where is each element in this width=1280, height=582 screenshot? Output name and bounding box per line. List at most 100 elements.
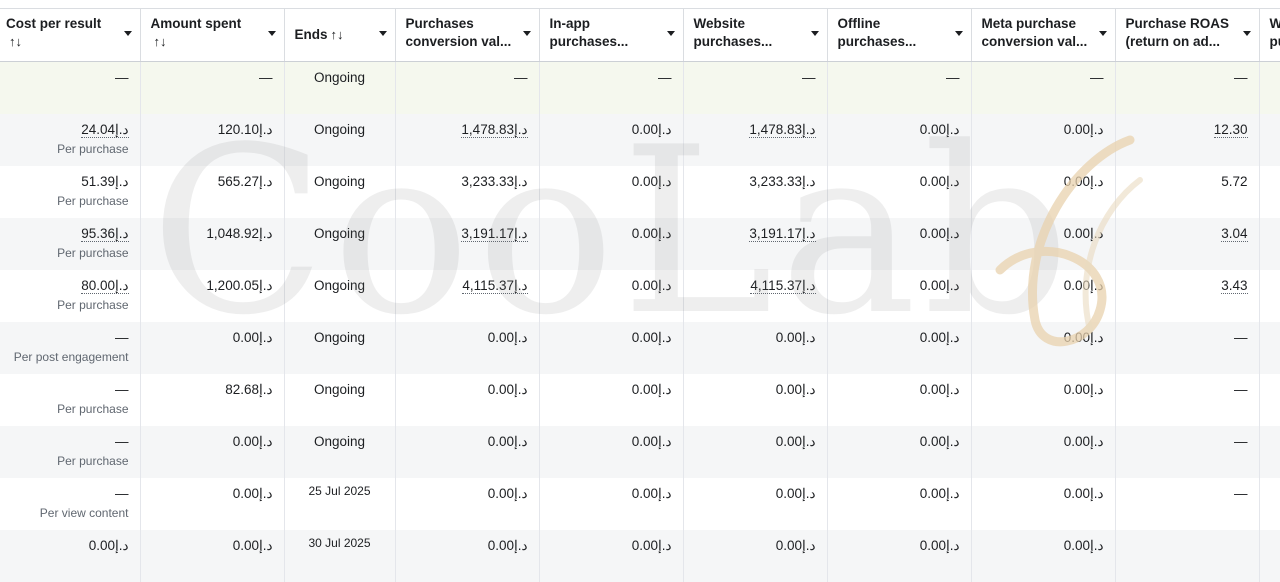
cell-amount-spent: 0.00د.إ (140, 530, 285, 582)
sort-icon[interactable]: ↑↓ (154, 34, 167, 49)
chevron-down-icon[interactable] (378, 31, 387, 36)
table-row[interactable]: — Per purchase 82.68د.إ Ongoing 0.00د.إ 0… (0, 374, 1280, 426)
cell-offline: 0.00د.إ (827, 478, 972, 530)
cell-cost-per-result[interactable]: 80.00د.إ Per purchase (0, 270, 141, 322)
summary-row: — — Ongoing — — — — — — (0, 61, 1280, 114)
cell-roas: — (1115, 322, 1260, 374)
cell-ends: Ongoing (284, 166, 396, 218)
cell-ends: 25 Jul 2025 (284, 478, 396, 530)
cell-w (1259, 166, 1280, 218)
cell-purchases-value[interactable]: 3,191.17د.إ (395, 218, 540, 270)
cell-website[interactable]: 4,115.37د.إ (683, 270, 828, 322)
cell-offline: 0.00د.إ (827, 166, 972, 218)
cell-purchases-value[interactable]: 4,115.37د.إ (395, 270, 540, 322)
table-row[interactable]: — Per view content 0.00د.إ 25 Jul 2025 0.… (0, 478, 1280, 530)
cell-meta-value: 0.00د.إ (971, 218, 1116, 270)
cell-meta-value: 0.00د.إ (971, 114, 1116, 166)
column-header-cost-per-result[interactable]: Cost per result ↑↓ (0, 9, 141, 62)
header-row: Cost per result ↑↓ Amount spent ↑↓ Ends ↑↓ … (0, 9, 1280, 62)
cell-offline: 0.00د.إ (827, 218, 972, 270)
cell-amount-spent: 1,200.05د.إ (140, 270, 285, 322)
table-row[interactable]: 51.39د.إ Per purchase 565.27د.إ Ongoing 3… (0, 166, 1280, 218)
cell-in-app: 0.00د.إ (539, 530, 684, 582)
column-header-purchases-conversion-value[interactable]: Purchases conversion val... (395, 9, 540, 62)
table-row[interactable]: 0.00د.إ 0.00د.إ 30 Jul 2025 0.00د.إ 0.00… (0, 530, 1280, 582)
table-row[interactable]: 80.00د.إ Per purchase 1,200.05د.إ Ongoing… (0, 270, 1280, 322)
cell-roas[interactable]: 3.04 (1115, 218, 1260, 270)
cell-in-app: 0.00د.إ (539, 374, 684, 426)
chevron-down-icon[interactable] (267, 31, 276, 36)
cell-cost-per-result: — Per view content (0, 478, 141, 530)
chevron-down-icon[interactable] (123, 31, 132, 36)
table-row[interactable]: — Per post engagement 0.00د.إ Ongoing 0.0… (0, 322, 1280, 374)
cell-in-app: 0.00د.إ (539, 218, 684, 270)
column-header-ends[interactable]: Ends ↑↓ (284, 9, 396, 62)
cell-cost-per-result: 0.00د.إ (0, 530, 141, 582)
cell-cost-per-result[interactable]: 24.04د.إ Per purchase (0, 114, 141, 166)
ads-results-table: Cost per result ↑↓ Amount spent ↑↓ Ends ↑↓ … (0, 9, 1280, 582)
sort-icon[interactable]: ↑↓ (9, 34, 22, 49)
column-header-website-purchases[interactable]: Website purchases... (683, 9, 828, 62)
cell-ends: Ongoing (284, 114, 396, 166)
summary-w (1259, 61, 1280, 114)
table-row[interactable]: 95.36د.إ Per purchase 1,048.92د.إ Ongoing… (0, 218, 1280, 270)
cell-amount-spent: 1,048.92د.إ (140, 218, 285, 270)
cell-w (1259, 478, 1280, 530)
cell-roas: 5.72 (1115, 166, 1260, 218)
summary-inapp: — (539, 61, 684, 114)
cell-amount-spent: 82.68د.إ (140, 374, 285, 426)
cell-website: 3,233.33د.إ (683, 166, 828, 218)
cell-ends: Ongoing (284, 218, 396, 270)
cell-roas (1115, 530, 1260, 582)
cell-in-app: 0.00د.إ (539, 322, 684, 374)
table-row[interactable]: — Per purchase 0.00د.إ Ongoing 0.00د.إ 0.… (0, 426, 1280, 478)
cell-offline: 0.00د.إ (827, 270, 972, 322)
cell-w (1259, 218, 1280, 270)
cell-purchases-value: 3,233.33د.إ (395, 166, 540, 218)
column-header-amount-spent[interactable]: Amount spent ↑↓ (140, 9, 285, 62)
cell-w (1259, 322, 1280, 374)
chevron-down-icon[interactable] (1242, 31, 1251, 36)
chevron-down-icon[interactable] (810, 31, 819, 36)
column-header-offline-purchases[interactable]: Offline purchases... (827, 9, 972, 62)
cell-w (1259, 426, 1280, 478)
cell-amount-spent: 0.00د.إ (140, 322, 285, 374)
cell-roas[interactable]: 3.43 (1115, 270, 1260, 322)
chevron-down-icon[interactable] (522, 31, 531, 36)
summary-web: — (683, 61, 828, 114)
cell-offline: 0.00د.إ (827, 374, 972, 426)
cell-roas: — (1115, 478, 1260, 530)
chevron-down-icon[interactable] (666, 31, 675, 36)
cell-offline: 0.00د.إ (827, 426, 972, 478)
cell-website: 0.00د.إ (683, 426, 828, 478)
cell-cost-per-result: 51.39د.إ Per purchase (0, 166, 141, 218)
cell-purchases-value: 0.00د.إ (395, 530, 540, 582)
cell-cost-per-result: — Per purchase (0, 374, 141, 426)
cell-purchases-value[interactable]: 1,478.83د.إ (395, 114, 540, 166)
cell-in-app: 0.00د.إ (539, 270, 684, 322)
column-header-meta-purchase-conversion-value[interactable]: Meta purchase conversion val... (971, 9, 1116, 62)
cell-website[interactable]: 3,191.17د.إ (683, 218, 828, 270)
cell-website[interactable]: 1,478.83د.إ (683, 114, 828, 166)
cell-w (1259, 530, 1280, 582)
cell-amount-spent: 0.00د.إ (140, 478, 285, 530)
cell-offline: 0.00د.إ (827, 114, 972, 166)
chevron-down-icon[interactable] (1098, 31, 1107, 36)
cell-website: 0.00د.إ (683, 478, 828, 530)
cell-in-app: 0.00د.إ (539, 114, 684, 166)
column-header-purchase-roas[interactable]: Purchase ROAS (return on ad... (1115, 9, 1260, 62)
cell-roas[interactable]: 12.30 (1115, 114, 1260, 166)
chevron-down-icon[interactable] (954, 31, 963, 36)
summary-spent: — (140, 61, 285, 114)
cell-meta-value: 0.00د.إ (971, 530, 1116, 582)
cell-roas: — (1115, 426, 1260, 478)
summary-ends: Ongoing (284, 61, 396, 114)
cell-cost-per-result[interactable]: 95.36د.إ Per purchase (0, 218, 141, 270)
sort-icon[interactable]: ↑↓ (331, 27, 344, 42)
cell-in-app: 0.00د.إ (539, 478, 684, 530)
table-row[interactable]: 24.04د.إ Per purchase 120.10د.إ Ongoing 1… (0, 114, 1280, 166)
column-header-in-app-purchases[interactable]: In-app purchases... (539, 9, 684, 62)
cell-purchases-value: 0.00د.إ (395, 374, 540, 426)
column-header-website-purchases-cut[interactable]: Wpu (1259, 9, 1280, 62)
cell-amount-spent: 0.00د.إ (140, 426, 285, 478)
